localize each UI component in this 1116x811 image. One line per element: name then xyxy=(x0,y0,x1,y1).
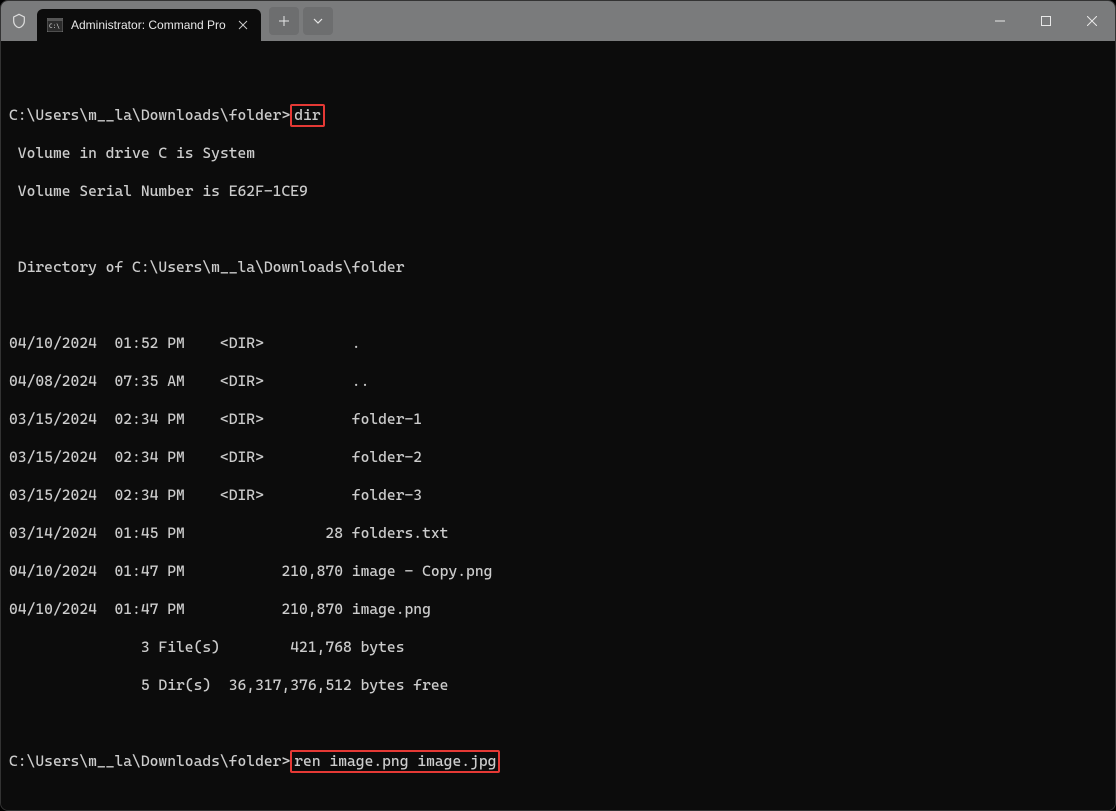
output-line: Directory of C:\Users\m__la\Downloads\fo… xyxy=(9,258,1107,277)
titlebar: C:\ Administrator: Command Pro xyxy=(1,1,1115,41)
dir-entry: 04/10/2024 01:47 PM 210,870 image - Copy… xyxy=(9,562,1107,581)
output-line: Volume in drive C is System xyxy=(9,144,1107,163)
close-tab-button[interactable] xyxy=(235,17,251,33)
shield-icon xyxy=(1,1,37,41)
output-line: Volume Serial Number is E62F-1CE9 xyxy=(9,182,1107,201)
command-line: C:\Users\m__la\Downloads\folder>ren imag… xyxy=(9,752,1107,771)
tab-active[interactable]: C:\ Administrator: Command Pro xyxy=(37,9,261,41)
close-window-button[interactable] xyxy=(1069,1,1115,41)
empty-line xyxy=(9,790,1107,809)
highlighted-command-ren: ren image.png image.jpg xyxy=(290,750,500,773)
dir-entry: 04/08/2024 07:35 AM <DIR> .. xyxy=(9,372,1107,391)
dir-entry: 03/15/2024 02:34 PM <DIR> folder-3 xyxy=(9,486,1107,505)
empty-line xyxy=(9,220,1107,239)
empty-line xyxy=(9,68,1107,87)
dir-entry: 03/15/2024 02:34 PM <DIR> folder-2 xyxy=(9,448,1107,467)
terminal-window: C:\ Administrator: Command Pro xyxy=(0,0,1116,811)
dir-summary-files: 3 File(s) 421,768 bytes xyxy=(9,638,1107,657)
highlighted-command-dir: dir xyxy=(290,104,324,127)
chevron-down-icon xyxy=(313,18,323,24)
dir-summary-dirs: 5 Dir(s) 36,317,376,512 bytes free xyxy=(9,676,1107,695)
tab-title: Administrator: Command Pro xyxy=(71,18,226,32)
new-tab-button[interactable] xyxy=(269,7,299,35)
maximize-button[interactable] xyxy=(1023,1,1069,41)
prompt: C:\Users\m__la\Downloads\folder> xyxy=(9,106,290,124)
terminal-output[interactable]: C:\Users\m__la\Downloads\folder>dir Volu… xyxy=(1,41,1115,810)
svg-text:C:\: C:\ xyxy=(49,23,60,30)
dir-entry: 03/15/2024 02:34 PM <DIR> folder-1 xyxy=(9,410,1107,429)
titlebar-left: C:\ Administrator: Command Pro xyxy=(1,1,333,41)
minimize-button[interactable] xyxy=(977,1,1023,41)
window-controls xyxy=(977,1,1115,41)
cmd-icon: C:\ xyxy=(47,17,63,33)
prompt: C:\Users\m__la\Downloads\folder> xyxy=(9,752,290,770)
empty-line xyxy=(9,714,1107,733)
dir-entry: 04/10/2024 01:52 PM <DIR> . xyxy=(9,334,1107,353)
empty-line xyxy=(9,296,1107,315)
dir-entry: 04/10/2024 01:47 PM 210,870 image.png xyxy=(9,600,1107,619)
command-line: C:\Users\m__la\Downloads\folder>dir xyxy=(9,106,1107,125)
dir-entry: 03/14/2024 01:45 PM 28 folders.txt xyxy=(9,524,1107,543)
tab-dropdown-button[interactable] xyxy=(303,7,333,35)
